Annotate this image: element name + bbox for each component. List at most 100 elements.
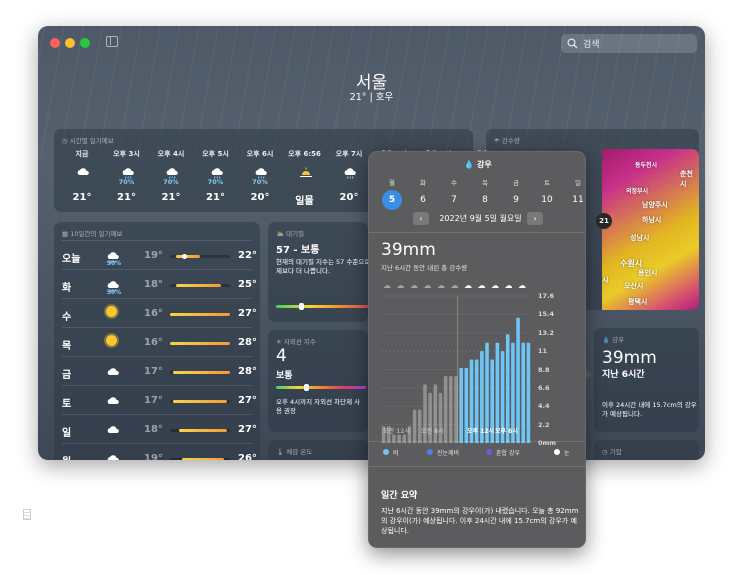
uv-index-card[interactable]: ☀ 자외선 지수 4 보통 오후 4시까지 자외선 차단제 사용 권장 [268, 330, 368, 432]
date-button[interactable]: 9 [506, 190, 526, 210]
sidebar-toggle-icon[interactable] [106, 36, 118, 47]
temp-range-bar [170, 342, 230, 345]
map-label: 용인시 [638, 269, 658, 277]
weekday-label: 금 [513, 179, 519, 187]
temp-range-bar [170, 284, 230, 287]
map-label: 춘천시 [680, 170, 693, 188]
daily-row[interactable]: 화 50% 18° 25° [62, 269, 257, 298]
file-icon[interactable] [23, 509, 31, 520]
feels-card-title: 🌡 체감 온도 [276, 448, 313, 456]
precip-map-title: ☂ 강수량 [494, 137, 520, 145]
hourly-precip: 70% [118, 178, 135, 186]
location-temp-marker[interactable]: 21 [596, 213, 612, 229]
daily-row[interactable]: 월 19° 26° [62, 443, 257, 460]
hourly-time: 오후 7시 [335, 150, 363, 158]
weekday-label: 목 [482, 179, 488, 187]
popover-title: 💧 강우 [464, 160, 492, 169]
precipitation-map[interactable]: 동두천시 춘천시 의정부시 남양주시 하남시 21 성남시 수원시 용인시 오산… [596, 149, 699, 310]
pressure-card[interactable]: ◷ 기압 [594, 440, 699, 460]
chart-cloud-icon: ☁ [410, 281, 418, 290]
chart-bar [521, 342, 526, 443]
divider [369, 441, 585, 442]
date-button[interactable]: 7 [444, 190, 464, 210]
rainfall-card[interactable]: 💧 강우 39mm 지난 6시간 이후 24시간 내에 15.7cm의 강우가 … [594, 328, 699, 432]
air-card-title: ⛅ 대기질 [276, 230, 305, 238]
chart-cloud-icon: ☁ [397, 281, 405, 290]
hourly-time: 오후 6:56 [288, 150, 321, 158]
chart-cloud-icon: ☁ [464, 281, 472, 290]
legend-swatch [427, 449, 433, 455]
daily-high: 22° [238, 250, 257, 261]
date-button[interactable]: 8 [475, 190, 495, 210]
air-quality-marker [299, 303, 304, 310]
search-field[interactable]: 검색 [561, 34, 697, 53]
daily-high: 27° [238, 424, 257, 435]
hourly-temp: 21° [117, 192, 136, 203]
date-button[interactable]: 6 [413, 190, 433, 210]
chart-bar [459, 367, 463, 443]
chart-bar [516, 317, 520, 443]
weekday-label: 토 [544, 179, 550, 187]
hourly-time: 오후 5시 [202, 150, 229, 158]
minimize-window-button[interactable] [65, 38, 75, 48]
weekday-label: 월 [389, 179, 395, 187]
selected-date: 2022년 9월 5일 월요일 [439, 214, 522, 223]
previous-day-button[interactable]: ‹ [413, 212, 429, 225]
rain-card-period: 지난 6시간 [602, 370, 645, 380]
chart-y-tick: 4.4 [538, 402, 550, 411]
chart-bar [526, 342, 531, 443]
date-button[interactable]: 10 [537, 190, 557, 210]
date-button[interactable]: 5 [382, 190, 402, 210]
air-quality-value: 57 - 보통 [276, 245, 320, 256]
chart-bar [438, 392, 443, 443]
daily-day: 토 [62, 399, 72, 410]
chart-bar [412, 409, 417, 443]
date-button[interactable]: 11 [568, 190, 585, 210]
daily-row[interactable]: 목 16° 28° [62, 327, 257, 356]
legend-swatch [486, 449, 492, 455]
daily-summary-title: 일간 요약 [381, 491, 418, 501]
air-quality-card[interactable]: ⛅ 대기질 57 - 보통 현재의 대기질 지수는 57 수준으로 어제보다 더… [268, 222, 378, 322]
sunset-icon [299, 164, 313, 183]
cloud-icon [106, 451, 120, 460]
daily-row[interactable]: 토 17° 27° [62, 385, 257, 414]
daily-day: 화 [62, 283, 72, 294]
chart-cloud-icon: ☁ [437, 281, 445, 290]
daily-day: 일 [62, 428, 72, 439]
legend-swatch [554, 449, 560, 455]
temp-range-bar [170, 458, 230, 460]
next-day-button[interactable]: › [527, 212, 543, 225]
daily-high: 27° [238, 395, 257, 406]
current-conditions: 21° | 호우 [349, 92, 394, 103]
air-quality-scale [276, 305, 376, 308]
weekday-label: 일 [575, 179, 581, 187]
cloud-icon [106, 364, 120, 383]
cloud-rain-icon [343, 164, 357, 183]
hourly-temp: 21° [161, 192, 181, 203]
legend-label: 진눈깨비 [437, 450, 460, 457]
daily-row[interactable]: 금 17° 28° [62, 356, 257, 385]
chart-y-tick: 17.6 [538, 292, 555, 300]
daily-summary-text: 지난 6시간 동안 39mm의 강우이(가) 내렸습니다. 오늘 총 92mm의… [381, 507, 579, 535]
chart-bar [428, 392, 432, 443]
chart-cloud-icon: ☁ [518, 281, 526, 290]
chart-x-tick: 오전 12시 [383, 428, 410, 435]
temp-range-bar [170, 254, 230, 259]
cloud-icon [106, 393, 120, 412]
daily-row[interactable]: 일 18° 27° [62, 414, 257, 443]
hourly-temp: 21° [206, 192, 225, 203]
daily-high: 25° [238, 279, 257, 290]
close-window-button[interactable] [50, 38, 60, 48]
hourly-time: 오후 4시 [157, 150, 185, 158]
daily-row[interactable]: 수 16° 27° [62, 298, 257, 327]
weekday-label: 수 [451, 179, 457, 187]
feels-like-card[interactable]: 🌡 체감 온도 [268, 440, 368, 460]
weekday-label: 화 [420, 179, 426, 187]
daily-day: 수 [62, 312, 72, 323]
daily-precip: 90% [106, 260, 122, 267]
temp-range-bar [170, 400, 230, 403]
hourly-precip: 70% [252, 178, 268, 186]
daily-row[interactable]: 오늘 90% 19° 22° [62, 240, 257, 269]
uv-card-title: ☀ 자외선 지수 [276, 338, 316, 346]
zoom-window-button[interactable] [80, 38, 90, 48]
